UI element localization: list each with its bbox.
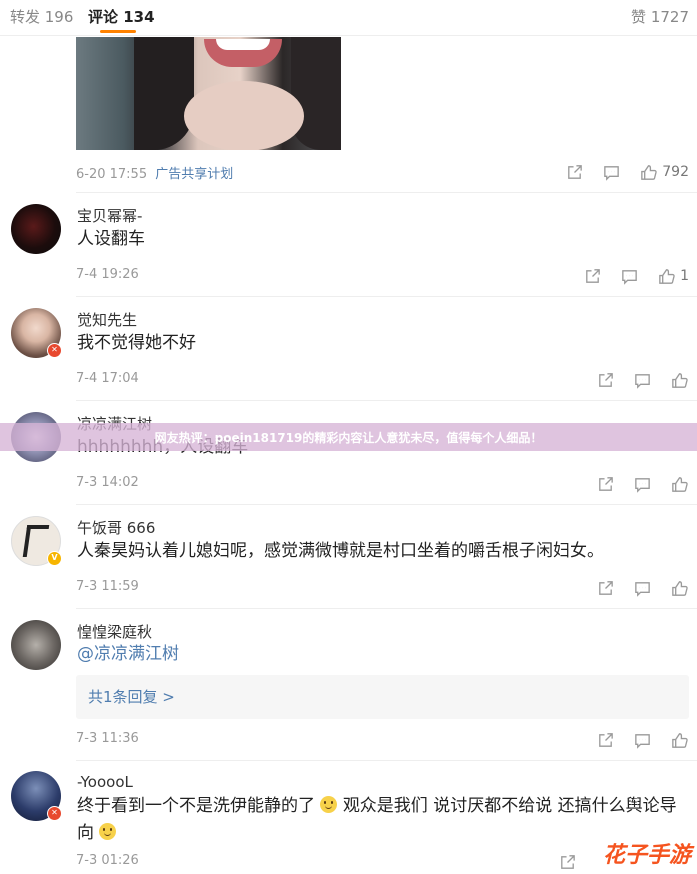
comment-icon bbox=[635, 477, 650, 493]
share-button[interactable] bbox=[558, 853, 577, 872]
divider bbox=[76, 504, 697, 505]
share-icon bbox=[599, 372, 613, 387]
site-watermark-logo: 花子手游 bbox=[602, 843, 691, 868]
comment-text: @凉凉满江树 bbox=[77, 641, 179, 668]
share-icon bbox=[568, 164, 583, 179]
like-button[interactable]: 1 bbox=[657, 267, 689, 286]
avatar[interactable] bbox=[11, 620, 61, 670]
comment-actions bbox=[578, 729, 689, 751]
like-button[interactable] bbox=[670, 731, 689, 750]
comment-text: 人设翻车 bbox=[77, 229, 145, 249]
comment-button[interactable] bbox=[633, 371, 652, 390]
photo-teeth bbox=[216, 39, 270, 50]
comment-time: 7-3 11:36 bbox=[76, 731, 139, 746]
verified-badge: ✕ bbox=[47, 806, 62, 821]
post-image[interactable] bbox=[76, 37, 341, 150]
comment-button[interactable] bbox=[620, 267, 639, 286]
smile-emoji-icon bbox=[99, 823, 117, 840]
share-icon bbox=[599, 732, 613, 747]
comment-actions bbox=[540, 851, 577, 873]
share-icon bbox=[599, 476, 613, 491]
like-count: 792 bbox=[662, 164, 689, 180]
comment-time: 7-3 11:59 bbox=[76, 579, 139, 594]
comment-actions bbox=[578, 473, 689, 495]
like-icon bbox=[641, 164, 657, 180]
like-count: 1 bbox=[680, 268, 689, 284]
like-button[interactable] bbox=[670, 371, 689, 390]
comment-username[interactable]: 惶惶梁庭秋 bbox=[77, 621, 152, 642]
comment-tab-bar: 转发 196 评论 134 赞 1727 bbox=[0, 0, 697, 36]
comment-username[interactable]: 宝贝幂幂- bbox=[77, 205, 142, 226]
like-button[interactable] bbox=[670, 475, 689, 494]
like-icon bbox=[672, 476, 688, 492]
promo-banner[interactable]: 网友热评：poein181719的精彩内容让人意犹未尽，值得每个人细品！ bbox=[0, 423, 697, 451]
comment-icon bbox=[635, 373, 650, 389]
comment-button[interactable] bbox=[633, 731, 652, 750]
comment-actions bbox=[578, 577, 689, 599]
share-button[interactable] bbox=[596, 475, 615, 494]
share-icon bbox=[561, 854, 575, 869]
share-button[interactable] bbox=[596, 579, 615, 598]
tab-comment[interactable]: 评论 134 bbox=[88, 6, 155, 27]
comment-text-part: 终于看到一个不是洗伊能静的了 bbox=[77, 796, 315, 816]
divider bbox=[76, 608, 697, 609]
replies-count-link[interactable]: 共1条回复 > bbox=[88, 686, 175, 707]
like-icon bbox=[672, 580, 688, 596]
comment-icon bbox=[635, 733, 650, 749]
post-meta: 6-20 17:55 广告共享计划 bbox=[76, 163, 233, 182]
comment-button[interactable] bbox=[633, 475, 652, 494]
share-button[interactable] bbox=[583, 267, 602, 286]
like-icon bbox=[672, 732, 688, 748]
photo-hair-left bbox=[134, 37, 194, 150]
avatar[interactable] bbox=[11, 204, 61, 254]
verified-badge: ✕ bbox=[47, 343, 62, 358]
comment-icon bbox=[604, 165, 620, 181]
comment-time: 7-3 14:02 bbox=[76, 475, 139, 490]
view-replies[interactable]: 共1条回复 > bbox=[76, 675, 689, 719]
divider bbox=[76, 296, 697, 297]
divider bbox=[76, 400, 697, 401]
tab-repost[interactable]: 转发 196 bbox=[10, 6, 73, 27]
photo-hair-right bbox=[291, 37, 341, 150]
share-button[interactable] bbox=[596, 731, 615, 750]
comment-username[interactable]: -YooooL bbox=[77, 773, 133, 791]
ad-label[interactable]: 广告共享计划 bbox=[155, 167, 233, 182]
active-tab-indicator bbox=[100, 30, 136, 33]
divider bbox=[76, 760, 697, 761]
share-button[interactable] bbox=[565, 163, 584, 182]
mention-link[interactable]: @凉凉满江树 bbox=[77, 644, 179, 664]
comment-text: 我不觉得她不好 bbox=[77, 333, 196, 353]
like-button[interactable]: 792 bbox=[639, 163, 689, 182]
calligraphy-mark bbox=[22, 525, 50, 557]
comment-icon bbox=[622, 269, 637, 285]
share-button[interactable] bbox=[596, 371, 615, 390]
comment-button[interactable] bbox=[602, 163, 621, 182]
comment-actions: 1 bbox=[565, 265, 689, 287]
comment-actions bbox=[578, 369, 689, 391]
like-button[interactable] bbox=[670, 579, 689, 598]
photo-chin bbox=[184, 81, 304, 150]
comment-time: 7-4 19:26 bbox=[76, 267, 139, 282]
comment-icon bbox=[635, 581, 650, 597]
divider bbox=[76, 192, 697, 193]
banner-text: 网友热评：poein181719的精彩内容让人意犹未尽，值得每个人细品！ bbox=[154, 431, 543, 445]
share-icon bbox=[599, 580, 613, 595]
comment-time: 7-4 17:04 bbox=[76, 371, 139, 386]
tab-like[interactable]: 赞 1727 bbox=[631, 6, 689, 27]
comment-username[interactable]: 觉知先生 bbox=[77, 309, 137, 330]
smile-emoji-icon bbox=[320, 796, 338, 813]
like-icon bbox=[659, 268, 675, 284]
comment-time: 7-3 01:26 bbox=[76, 853, 139, 868]
post-time: 6-20 17:55 bbox=[76, 167, 148, 182]
comment-text: 人秦昊妈认着儿媳妇呢，感觉满微博就是村口坐着的嚼舌根子闲妇女。 bbox=[77, 541, 604, 561]
verified-badge: V bbox=[47, 551, 62, 566]
post-actions: 792 bbox=[547, 161, 689, 183]
share-icon bbox=[586, 268, 600, 283]
comment-text: 终于看到一个不是洗伊能静的了 观众是我们 说讨厌都不给说 还搞什么舆论导向 bbox=[77, 793, 689, 847]
like-icon bbox=[672, 372, 688, 388]
comment-username[interactable]: 午饭哥 666 bbox=[77, 517, 155, 538]
comment-button[interactable] bbox=[633, 579, 652, 598]
